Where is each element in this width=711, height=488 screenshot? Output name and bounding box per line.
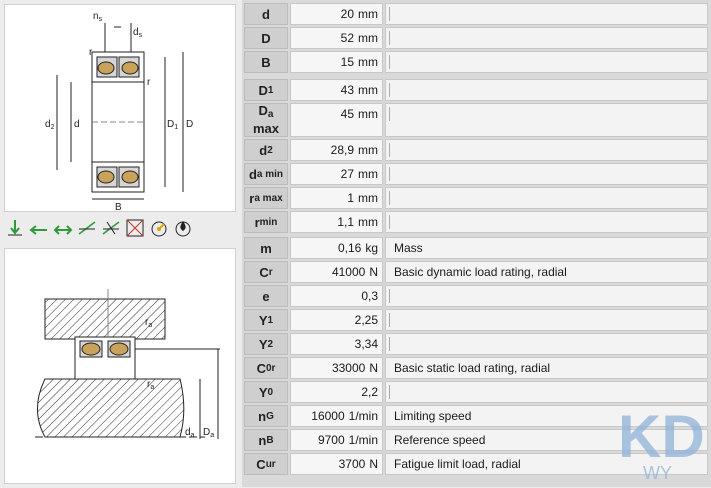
D-label: D: [186, 119, 193, 130]
property-value: 33000 N: [290, 357, 383, 379]
da-label: da: [185, 427, 195, 439]
property-symbol: Y1: [244, 309, 288, 331]
property-value: 16000 1/min: [290, 405, 383, 427]
property-row: Cr 41000 N Basic dynamic load rating, radia…: [242, 260, 711, 283]
bidirectional-axial-load-icon[interactable]: [52, 216, 74, 240]
property-row: d 2 28,9 mm: [242, 138, 711, 161]
ds-label: ds: [133, 27, 143, 39]
radial-load-icon[interactable]: [4, 216, 26, 240]
B-label: B: [115, 202, 122, 211]
property-value: 43 mm: [290, 79, 383, 101]
property-value: 2,2: [290, 381, 383, 403]
misalignment-icon[interactable]: [76, 216, 98, 240]
property-symbol: d: [244, 3, 288, 25]
property-symbol: ra max: [244, 187, 288, 209]
property-row: Da max 45 mm: [242, 102, 711, 137]
property-value: 9700 1/min: [290, 429, 383, 451]
property-value: 52 mm: [290, 27, 383, 49]
property-description: [385, 163, 708, 185]
drawing-area: ns ds r r d2 d D1 D B ra ra da Da: [0, 0, 238, 487]
property-symbol: D1: [244, 79, 288, 101]
property-symbol: e: [244, 285, 288, 307]
property-row: B 15 mm: [242, 50, 711, 73]
property-value: 1,1 mm: [290, 211, 383, 233]
property-value: 28,9 mm: [290, 139, 383, 161]
d-label: d: [74, 119, 80, 130]
property-description: [385, 211, 708, 233]
property-row: Y 1 2,25: [242, 308, 711, 331]
property-description: [385, 103, 708, 137]
property-symbol: nG: [244, 405, 288, 427]
property-symbol: r min: [244, 211, 288, 233]
property-description: [385, 309, 708, 331]
property-value: 45 mm: [290, 103, 383, 137]
property-symbol: Cur: [244, 453, 288, 475]
property-row: d 20 mm: [242, 2, 711, 25]
property-value: 20 mm: [290, 3, 383, 25]
bearing-cross-section-panel: ns ds r r d2 d D1 D B: [4, 4, 236, 213]
property-value: 15 mm: [290, 51, 383, 73]
property-description: [385, 3, 708, 25]
property-symbol: D: [244, 27, 288, 49]
lubrication-icon[interactable]: [172, 216, 194, 240]
axial-load-icon[interactable]: [28, 216, 50, 240]
property-row: r min 1,1 mm: [242, 210, 711, 233]
property-symbol: B: [244, 51, 288, 73]
property-row: D 1 43 mm: [242, 78, 711, 101]
property-description: [385, 27, 708, 49]
property-description: Mass: [385, 237, 708, 259]
properties-table: d 20 mm D 52 mm B 15 mm D 1 43 mm Da max 45 mm d 2 28,9 mm d a…: [242, 0, 711, 487]
property-description: [385, 51, 708, 73]
property-symbol: nB: [244, 429, 288, 451]
locating-bearing-icon[interactable]: [124, 216, 146, 240]
property-symbol: Y2: [244, 333, 288, 355]
property-description: [385, 187, 708, 209]
property-row: m 0,16 kg Mass: [242, 236, 711, 259]
kd-watermark: KD WY: [613, 399, 705, 483]
bearing-cross-section-drawing: ns ds r r d2 d D1 D B: [45, 11, 193, 213]
mounting-drawing: ra ra da Da: [35, 289, 220, 439]
property-symbol: Y0: [244, 381, 288, 403]
angular-misalignment-icon[interactable]: [100, 216, 122, 240]
property-description: Basic dynamic load rating, radial: [385, 261, 708, 283]
ns-label: ns: [93, 11, 103, 23]
property-value: 27 mm: [290, 163, 383, 185]
property-symbol: m: [244, 237, 288, 259]
property-symbol: d2: [244, 139, 288, 161]
watermark-text: KD: [618, 403, 703, 470]
property-value: 0,16 kg: [290, 237, 383, 259]
property-value: 3,34: [290, 333, 383, 355]
property-symbol: C 0r: [244, 357, 288, 379]
property-value: 3700 N: [290, 453, 383, 475]
high-speed-icon[interactable]: [148, 216, 170, 240]
property-row: ra max 1 mm: [242, 186, 711, 209]
r-right-label: r: [147, 77, 151, 88]
mounting-dimensions-panel: ra ra da Da: [4, 248, 236, 484]
property-row: e 0,3: [242, 284, 711, 307]
property-row: da min 27 mm: [242, 162, 711, 185]
watermark-subtext: WY: [643, 463, 672, 481]
property-row: D 52 mm: [242, 26, 711, 49]
property-row: Y 2 3,34: [242, 332, 711, 355]
Da-label: Da: [203, 427, 214, 439]
property-value: 2,25: [290, 309, 383, 331]
property-symbol: Cr: [244, 261, 288, 283]
property-row: C 0r 33000 N Basic static load rating, radia…: [242, 356, 711, 379]
D1-label: D1: [167, 119, 178, 131]
property-value: 1 mm: [290, 187, 383, 209]
property-value: 41000 N: [290, 261, 383, 283]
d2-label: d2: [45, 119, 55, 131]
property-value: 0,3: [290, 285, 383, 307]
property-symbol: Da max: [244, 103, 288, 137]
property-description: Basic static load rating, radial: [385, 357, 708, 379]
property-description: [385, 333, 708, 355]
load-icons-bar: [4, 213, 234, 243]
property-description: [385, 139, 708, 161]
property-symbol: da min: [244, 163, 288, 185]
property-description: [385, 285, 708, 307]
property-description: [385, 79, 708, 101]
